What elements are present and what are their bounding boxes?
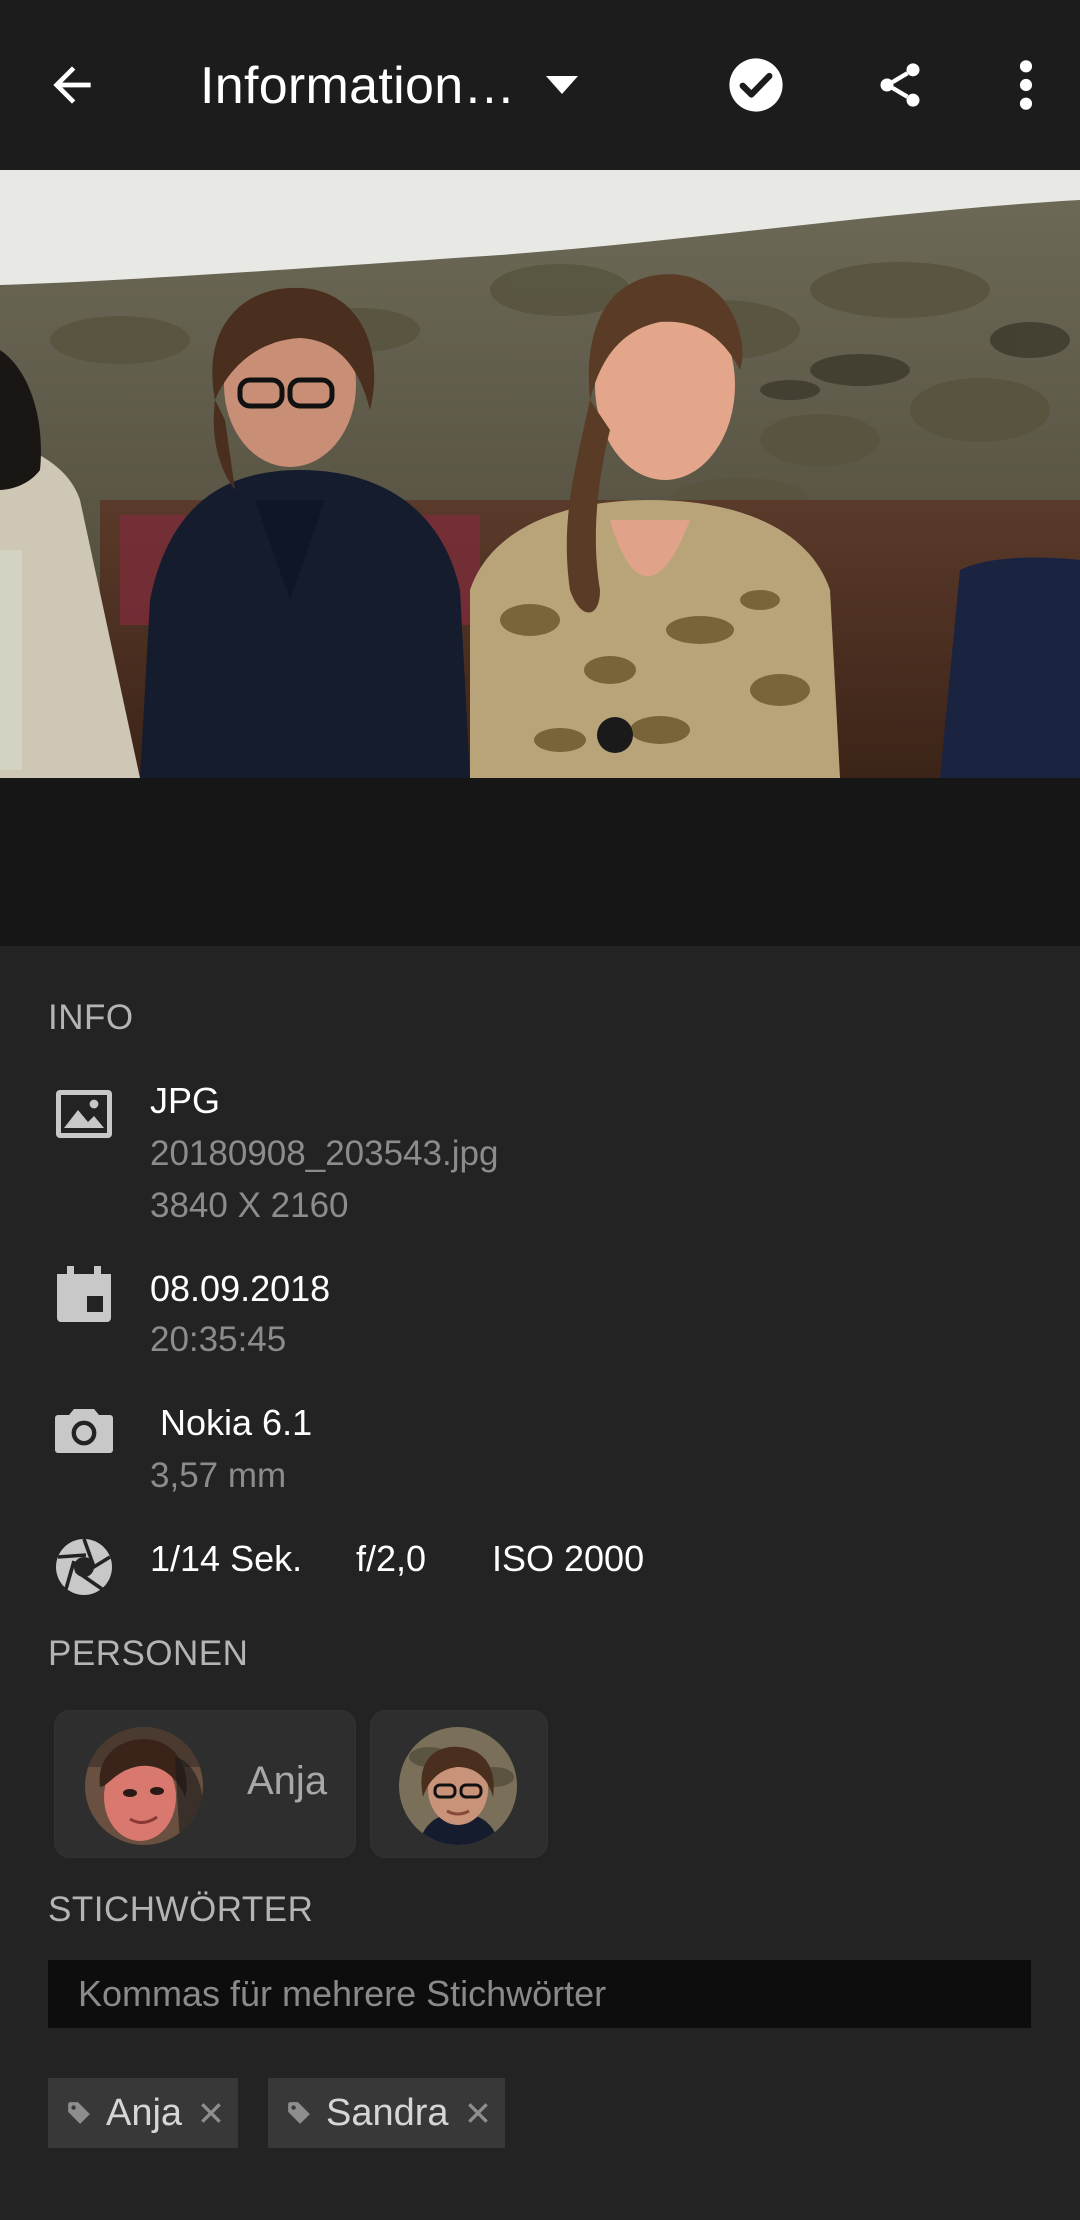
info-section-title: INFO [48, 998, 134, 1037]
file-name: 20180908_203543.jpg [150, 1134, 499, 1173]
capture-date: 08.09.2018 [150, 1268, 331, 1309]
person-card-anja[interactable]: Anja [54, 1710, 356, 1858]
view-mode-dropdown[interactable]: Information… [200, 48, 578, 124]
date-icon-wrap [52, 1262, 116, 1326]
photo-image [0, 170, 1080, 778]
avatar [85, 1727, 203, 1845]
keyword-input[interactable] [48, 1960, 1031, 2028]
capture-time: 20:35:45 [150, 1320, 287, 1359]
aperture-icon [56, 1538, 112, 1595]
person-face-image [85, 1727, 203, 1845]
more-vertical-icon [1019, 60, 1033, 110]
camera-model: Nokia 6.1 [150, 1402, 313, 1443]
close-icon[interactable] [465, 2100, 491, 2126]
tag-icon [288, 2102, 310, 2124]
photo-backdrop [0, 778, 1080, 946]
exposure-icon-wrap [52, 1535, 116, 1599]
iso-value: ISO 2000 [492, 1538, 645, 1579]
person-name: Anja [247, 1759, 328, 1803]
photo-preview[interactable] [0, 170, 1080, 778]
persons-section-title: PERSONEN [48, 1634, 249, 1673]
keyword-chip-sandra[interactable]: Sandra [268, 2078, 505, 2148]
file-info-icon-wrap [52, 1082, 116, 1146]
file-format: JPG [150, 1080, 221, 1121]
share-icon [880, 63, 920, 107]
caret-down-icon [545, 76, 578, 94]
keywords-section-title: STICHWÖRTER [48, 1890, 314, 1929]
tag-icon [68, 2102, 90, 2124]
person-face-image [399, 1727, 517, 1845]
person-card-unnamed[interactable] [370, 1710, 548, 1858]
camera-icon-wrap [52, 1398, 116, 1462]
image-icon [56, 1090, 112, 1138]
back-button[interactable] [32, 45, 112, 125]
calendar-icon [57, 1266, 111, 1322]
close-icon[interactable] [198, 2100, 224, 2126]
arrow-left-icon [53, 66, 91, 104]
app-toolbar: Information… [0, 0, 1080, 170]
share-button[interactable] [860, 45, 940, 125]
aperture-value: f/2,0 [356, 1538, 427, 1579]
shutter-speed: 1/14 Sek. [150, 1538, 303, 1579]
keyword-label: Anja [106, 2091, 183, 2134]
check-circle-icon [729, 58, 783, 112]
page-title: Information… [200, 57, 516, 115]
camera-icon [55, 1409, 113, 1453]
flag-pick-button[interactable] [716, 45, 796, 125]
more-options-button[interactable] [986, 45, 1066, 125]
keyword-label: Sandra [326, 2091, 449, 2134]
image-dimensions: 3840 X 2160 [150, 1186, 349, 1225]
keyword-chip-anja[interactable]: Anja [48, 2078, 239, 2148]
focal-length: 3,57 mm [150, 1456, 287, 1495]
avatar [399, 1727, 517, 1845]
